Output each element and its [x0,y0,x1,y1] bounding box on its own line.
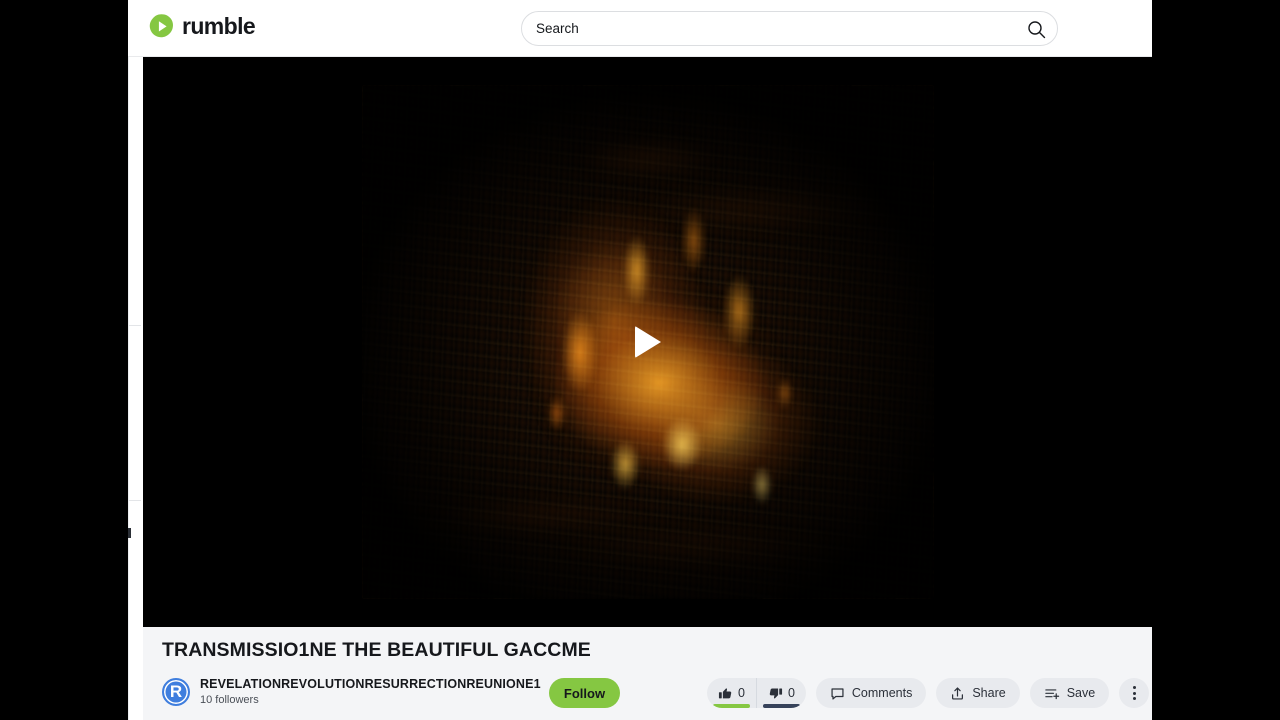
share-label: Share [972,686,1006,700]
comments-label: Comments [851,686,913,700]
comment-bubble-icon [830,686,845,701]
site-header: rumble [128,0,1152,57]
video-player[interactable] [143,57,1152,627]
play-triangle-icon [634,326,661,358]
comments-button[interactable]: Comments [815,678,927,708]
sidebar-divider-2 [129,500,141,501]
channel-meta: REVELATIONREVOLUTIONRESURRECTIONREUNIONE… [200,677,541,707]
more-vertical-icon [1132,686,1136,700]
channel-row[interactable]: R REVELATIONREVOLUTIONRESURRECTIONREUNIO… [162,677,541,707]
dislike-button[interactable]: 0 [755,678,806,708]
rumble-logo[interactable]: rumble [148,13,256,40]
rumble-wordmark: rumble [182,13,256,39]
playlist-add-icon [1044,686,1060,701]
thumbs-down-icon [768,686,783,701]
vote-pill: 0 0 [707,678,806,708]
play-button[interactable] [625,319,671,365]
sidebar-item-marker [128,528,131,538]
follow-button[interactable]: Follow [549,678,620,708]
like-button[interactable]: 0 [707,678,756,708]
dislike-count: 0 [787,686,795,700]
sidebar-strip[interactable] [128,0,143,720]
page-title: TRANSMISSIO1NE THE BEAUTIFUL GACCME [162,639,591,661]
save-button[interactable]: Save [1029,678,1110,708]
channel-followers: 10 followers [200,694,259,706]
search-icon [1027,20,1046,39]
share-upload-icon [950,686,965,701]
like-indicator-bar [713,704,750,708]
like-count: 0 [738,686,745,700]
video-action-bar: 0 0 Comments Share Save [707,678,1150,708]
thumbs-up-icon [718,686,733,701]
save-label: Save [1066,686,1096,700]
search-submit-button[interactable] [1023,16,1049,42]
rumble-play-logo-icon [148,13,175,40]
search-input[interactable] [522,12,992,45]
share-button[interactable]: Share [936,678,1020,708]
dislike-indicator-bar [762,704,800,708]
search-bar[interactable] [521,11,1058,46]
more-options-button[interactable] [1119,678,1150,708]
avatar[interactable]: R [162,678,190,706]
rumble-video-page: rumble TRAN [0,0,1280,720]
sidebar-edge [128,0,129,720]
channel-name[interactable]: REVELATIONREVOLUTIONRESURRECTIONREUNIONE… [200,677,541,692]
sidebar-divider-1 [129,325,141,326]
